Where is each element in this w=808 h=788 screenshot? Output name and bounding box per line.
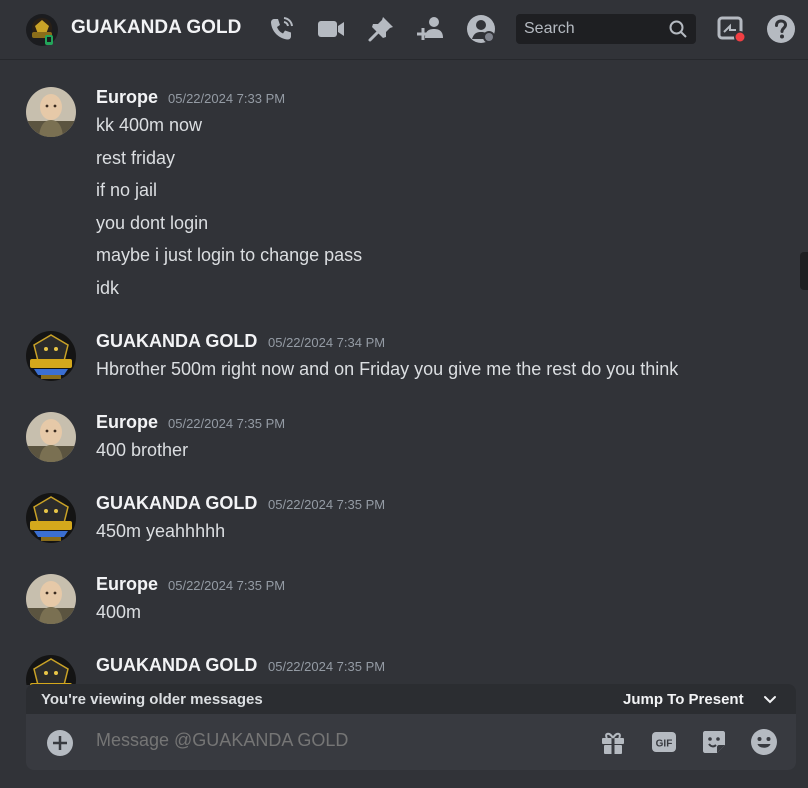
message-text: maybe i just login to change pass bbox=[96, 245, 363, 265]
add-attachment-icon[interactable] bbox=[46, 729, 74, 757]
message-text: 450m yeahhhhh bbox=[96, 521, 226, 541]
older-messages-text: You're viewing older messages bbox=[41, 691, 263, 708]
older-messages-bar: You're viewing older messages Jump To Pr… bbox=[26, 684, 796, 716]
scrollbar-thumb[interactable] bbox=[800, 252, 808, 290]
message-composer: GIF bbox=[26, 714, 796, 770]
message-text: rest friday bbox=[96, 148, 176, 168]
guakanda-avatar[interactable] bbox=[26, 331, 76, 381]
message-text: idk bbox=[96, 278, 120, 298]
help-icon[interactable] bbox=[766, 14, 796, 44]
emoji-icon[interactable] bbox=[750, 728, 778, 756]
message-author[interactable]: Europe bbox=[96, 574, 158, 595]
message-input[interactable] bbox=[96, 730, 576, 751]
video-camera-icon[interactable] bbox=[316, 14, 346, 44]
message-author[interactable]: GUAKANDA GOLD bbox=[96, 493, 257, 514]
gif-icon[interactable]: GIF bbox=[650, 728, 678, 756]
message-group: Europe 05/22/2024 7:35 PM 400 brother bbox=[0, 412, 800, 472]
message-author[interactable]: Europe bbox=[96, 87, 158, 108]
search-placeholder: Search bbox=[524, 20, 575, 37]
message-timestamp: 05/22/2024 7:35 PM bbox=[268, 659, 386, 674]
message-author[interactable]: GUAKANDA GOLD bbox=[96, 655, 257, 676]
message-author[interactable]: Europe bbox=[96, 412, 158, 433]
chevron-down-icon[interactable] bbox=[762, 692, 778, 708]
message-text: kk 400m now bbox=[96, 115, 203, 135]
gift-icon[interactable] bbox=[599, 728, 627, 756]
phone-call-icon[interactable] bbox=[266, 14, 296, 44]
message-group: Europe 05/22/2024 7:35 PM 400m bbox=[0, 574, 800, 634]
inbox-icon[interactable] bbox=[716, 14, 746, 44]
message-timestamp: 05/22/2024 7:33 PM bbox=[168, 91, 286, 106]
europe-avatar[interactable] bbox=[26, 412, 76, 462]
message-text: if no jail bbox=[96, 180, 158, 200]
pin-icon[interactable] bbox=[366, 14, 396, 44]
search-bar[interactable]: Search bbox=[516, 14, 696, 44]
message-group: GUAKANDA GOLD 05/22/2024 7:34 PM Hbrothe… bbox=[0, 331, 800, 391]
jump-to-present-button[interactable]: Jump To Present bbox=[623, 691, 744, 708]
channel-title: GUAKANDA GOLD bbox=[71, 17, 242, 38]
message-text: Hbrother 500m right now and on Friday yo… bbox=[96, 359, 679, 379]
search-icon[interactable] bbox=[668, 19, 688, 39]
message-text: you dont login bbox=[96, 213, 209, 233]
add-friend-icon[interactable] bbox=[416, 14, 446, 44]
sticker-icon[interactable] bbox=[700, 728, 728, 756]
europe-avatar[interactable] bbox=[26, 574, 76, 624]
message-timestamp: 05/22/2024 7:35 PM bbox=[168, 578, 286, 593]
message-group: Europe 05/22/2024 7:33 PM kk 400m now re… bbox=[0, 87, 800, 302]
message-text: 400 brother bbox=[96, 440, 189, 460]
channel-header: GUAKANDA GOLD Search bbox=[0, 0, 808, 60]
message-group: GUAKANDA GOLD 05/22/2024 7:35 PM bbox=[0, 655, 800, 685]
message-timestamp: 05/22/2024 7:35 PM bbox=[268, 497, 386, 512]
message-timestamp: 05/22/2024 7:34 PM bbox=[268, 335, 386, 350]
guakanda-avatar[interactable] bbox=[26, 655, 76, 685]
message-author[interactable]: GUAKANDA GOLD bbox=[96, 331, 257, 352]
guakanda-avatar[interactable] bbox=[26, 493, 76, 543]
message-timestamp: 05/22/2024 7:35 PM bbox=[168, 416, 286, 431]
message-list: Europe 05/22/2024 7:33 PM kk 400m now re… bbox=[0, 60, 800, 685]
gif-label: GIF bbox=[656, 739, 673, 750]
europe-avatar[interactable] bbox=[26, 87, 76, 137]
message-text: 400m bbox=[96, 602, 142, 622]
message-group: GUAKANDA GOLD 05/22/2024 7:35 PM 450m ye… bbox=[0, 493, 800, 553]
guakanda-dm-avatar[interactable] bbox=[26, 14, 58, 46]
user-profile-icon[interactable] bbox=[466, 14, 496, 44]
